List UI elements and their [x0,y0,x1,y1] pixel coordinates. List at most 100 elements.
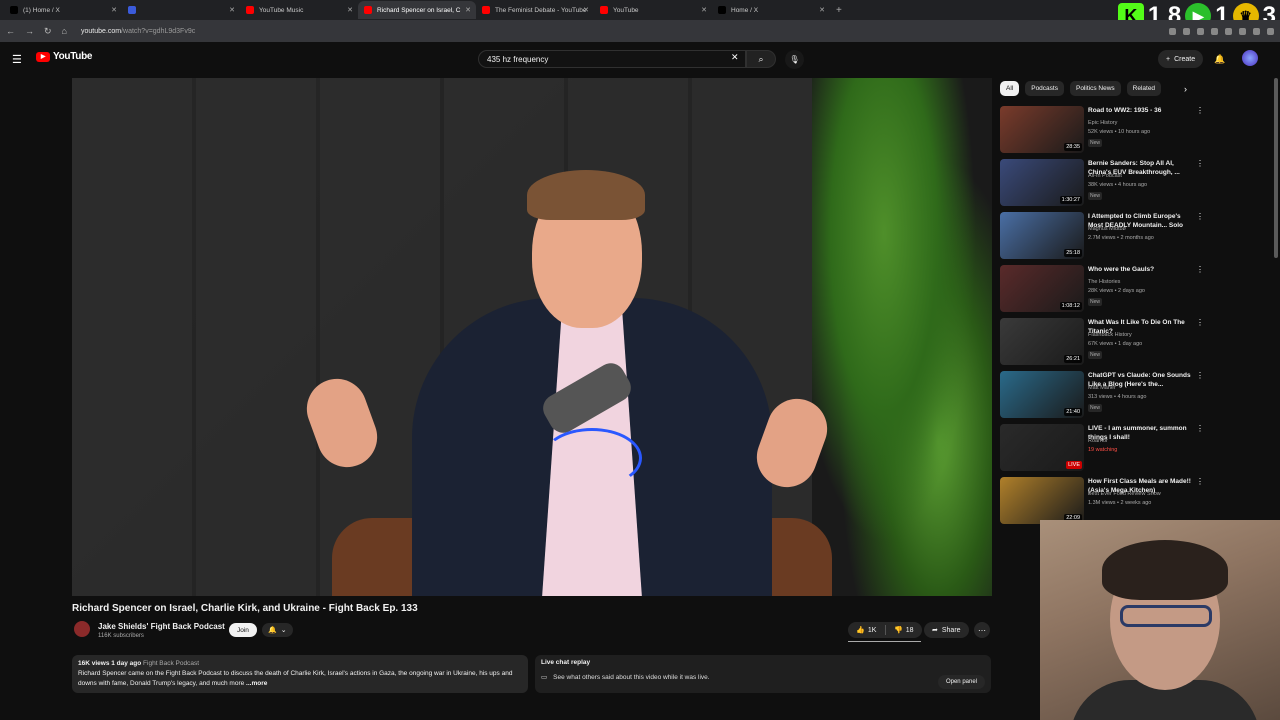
description-tag[interactable]: Fight Back Podcast [143,660,199,667]
close-tab-icon[interactable]: ✕ [111,6,117,14]
description-box[interactable]: 16K views 1 day ago Fight Back Podcast R… [72,655,528,693]
chip-politics-news[interactable]: Politics News [1069,81,1121,96]
recommendation-channel[interactable]: Best Ever Food Review Show [1088,491,1161,497]
account-avatar[interactable] [1242,50,1258,66]
recommendation-item[interactable]: 21:40 ChatGPT vs Claude: One Sounds Like … [1000,371,1204,421]
new-badge: New [1088,139,1103,147]
recommendation-title[interactable]: Road to WW2: 1935 - 36 [1088,106,1192,115]
recommendation-channel[interactable]: Epic History [1088,120,1117,126]
video-thumbnail[interactable]: 26:21 [1000,318,1084,365]
reload-icon[interactable]: ↻ [44,26,52,37]
extension-icon[interactable] [1169,27,1176,35]
join-button[interactable]: Join [229,623,257,637]
more-options-icon[interactable]: ⋮ [1196,265,1204,274]
more-options-icon[interactable]: ⋮ [1196,371,1204,380]
youtube-logo[interactable]: ▶ YouTube [36,51,93,62]
recommendation-item[interactable]: LIVE LIVE - I am summoner, summon things … [1000,424,1204,474]
video-thumbnail[interactable]: 21:40 [1000,371,1084,418]
extension-icon[interactable] [1253,27,1260,35]
share-icon: ➦ [932,627,938,634]
more-options-icon[interactable]: ⋮ [1196,477,1204,486]
more-options-icon[interactable]: ⋮ [1196,212,1204,221]
recommendation-channel[interactable]: Flashback History [1088,332,1132,338]
search-button[interactable]: ⌕ [746,50,776,68]
extension-icon[interactable] [1267,27,1274,35]
chip-related[interactable]: Related [1126,81,1162,96]
search-icon: ⌕ [758,53,764,64]
recommendation-channel[interactable]: The Histories [1088,279,1120,285]
chip-all[interactable]: All [1000,81,1020,96]
recommendation-item[interactable]: 1:08:12 Who were the Gauls? The Histories 2… [1000,265,1204,315]
open-panel-button[interactable]: Open panel [937,675,985,689]
recommendation-meta: 38K views • 4 hours ago [1088,182,1148,188]
browser-tab[interactable]: Home / X ✕ [712,1,830,19]
share-button[interactable]: ➦ Share [924,622,969,638]
extension-icon[interactable] [1197,27,1204,35]
recommendation-meta: 313 views • 4 hours ago [1088,394,1147,400]
like-dislike-group: 👍 1K 👎 18 [848,622,922,638]
browser-tab[interactable]: (1) Home / X ✕ [4,1,122,19]
browser-tab[interactable]: YouTube ✕ [594,1,712,19]
recommendation-channel[interactable]: Matt Maher [1088,385,1116,391]
recommendation-channel[interactable]: All-In Podcast [1088,173,1122,179]
video-player[interactable] [72,78,992,596]
video-thumbnail[interactable]: 22:09 [1000,477,1084,524]
clear-search-icon[interactable]: ✕ [731,52,739,63]
subscription-bell-button[interactable]: 🔔 ⌄ [262,623,293,637]
dislike-button[interactable]: 👎 18 [886,626,923,635]
duration-badge: LIVE [1066,461,1082,469]
home-icon[interactable]: ⌂ [62,26,67,36]
extension-icon[interactable] [1183,27,1190,35]
more-options-icon[interactable]: ⋮ [1196,424,1204,433]
chat-icon: ▭ [541,674,548,681]
video-thumbnail[interactable]: 28:35 [1000,106,1084,153]
video-thumbnail[interactable]: 25:18 [1000,212,1084,259]
youtube-icon [482,6,490,14]
chip-podcasts[interactable]: Podcasts [1025,81,1064,96]
extension-icons [1169,27,1274,35]
recommendation-channel[interactable]: Magnus Midtbø [1088,226,1126,232]
more-options-icon[interactable]: ⋮ [1196,159,1204,168]
close-tab-icon[interactable]: ✕ [819,6,825,14]
close-tab-icon[interactable]: ✕ [583,6,589,14]
video-thumbnail[interactable]: LIVE [1000,424,1084,471]
channel-avatar[interactable] [74,621,90,637]
browser-tab[interactable]: YouTube Music ✕ [240,1,358,19]
close-tab-icon[interactable]: ✕ [465,6,471,14]
recommendation-item[interactable]: 28:35 Road to WW2: 1935 - 36 Epic History 5… [1000,106,1204,156]
recommendation-item[interactable]: 1:30:27 Bernie Sanders: Stop All AI, Chin… [1000,159,1204,209]
scrollbar[interactable] [1274,78,1278,258]
browser-tab[interactable]: ✕ [122,1,240,19]
close-tab-icon[interactable]: ✕ [347,6,353,14]
video-thumbnail[interactable]: 1:08:12 [1000,265,1084,312]
more-options-icon[interactable]: ⋮ [1196,106,1204,115]
close-tab-icon[interactable]: ✕ [229,6,235,14]
extension-icon[interactable] [1225,27,1232,35]
recommendation-channel[interactable]: Roarrior [1088,438,1108,444]
recommendation-title[interactable]: Who were the Gauls? [1088,265,1192,274]
menu-icon[interactable]: ☰ [12,53,22,66]
forward-icon[interactable]: → [25,26,34,36]
notifications-icon[interactable]: 🔔 [1214,54,1225,65]
close-tab-icon[interactable]: ✕ [701,6,707,14]
video-thumbnail[interactable]: 1:30:27 [1000,159,1084,206]
recommendation-item[interactable]: 26:21 What Was It Like To Die On The Tita… [1000,318,1204,368]
create-button[interactable]: + Create [1158,50,1204,68]
voice-search-button[interactable]: 🎙 [785,50,804,69]
chevron-right-icon[interactable]: › [1184,84,1187,94]
like-button[interactable]: 👍 1K [848,626,885,635]
recommendation-item[interactable]: 25:18 I Attempted to Climb Europe's Most … [1000,212,1204,262]
channel-name[interactable]: Jake Shields' Fight Back Podcast [98,622,225,631]
new-tab-button[interactable]: + [836,5,842,16]
extension-icon[interactable] [1239,27,1246,35]
search-input[interactable]: 435 hz frequency [478,50,746,68]
more-options-icon[interactable]: ⋮ [1196,318,1204,327]
duration-badge: 26:21 [1064,355,1082,363]
back-icon[interactable]: ← [6,26,15,36]
browser-tab[interactable]: Richard Spencer on Israel, C ✕ [358,1,476,19]
browser-tab[interactable]: The Feminist Debate - YouTube ✕ [476,1,594,19]
extension-icon[interactable] [1211,27,1218,35]
show-more-link[interactable]: ...more [246,680,267,687]
more-actions-button[interactable]: ⋯ [974,622,990,638]
url-field[interactable]: youtube.com/watch?v=gdhL9d3Fv9c [81,28,195,35]
